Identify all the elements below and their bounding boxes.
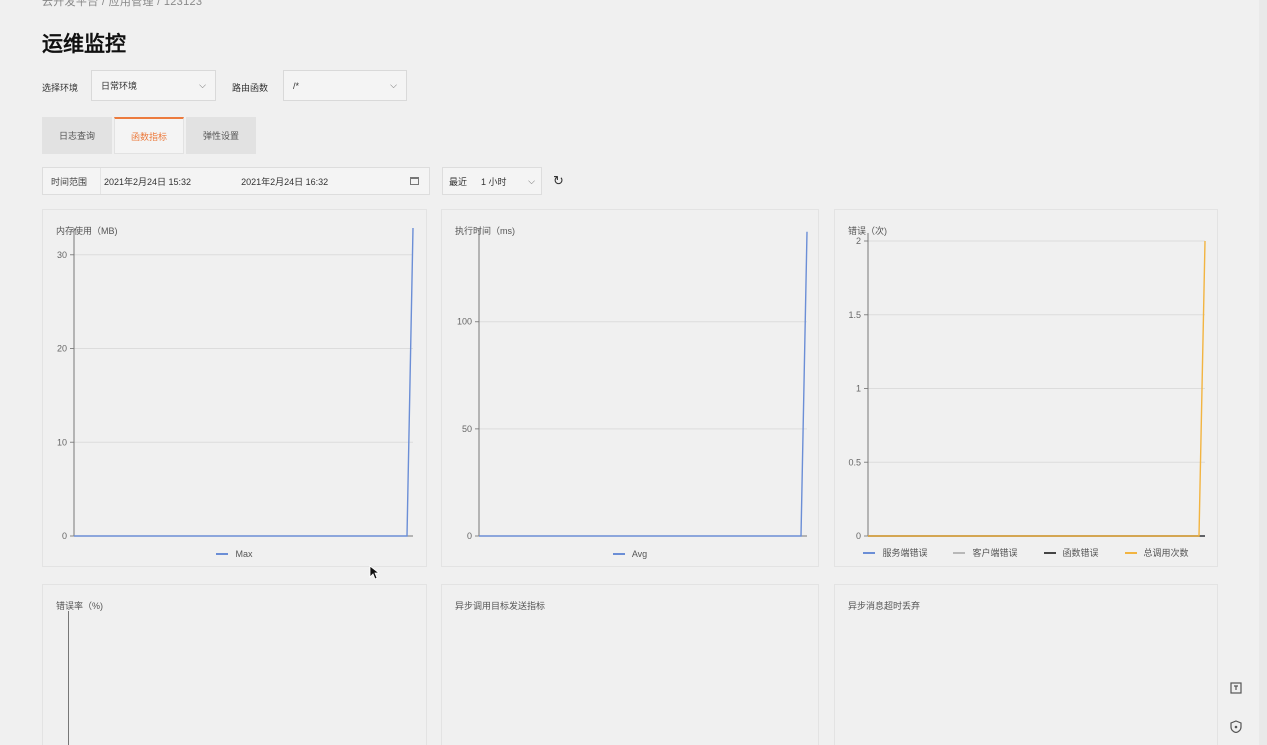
calendar-icon[interactable] [410, 177, 419, 185]
async-timeout-card: 异步消息超时丢弃 [834, 584, 1218, 745]
legend-item[interactable]: 客户端错误 [953, 546, 1018, 559]
memory-chart-card: 内存使用（MB) 0 10 20 30 Max [42, 209, 427, 567]
tab-log-query[interactable]: 日志查询 [42, 117, 112, 154]
legend-item[interactable]: 函数错误 [1043, 546, 1099, 559]
legend-label: 函数错误 [1062, 548, 1099, 558]
tab-bar: 日志查询 函数指标 弹性设置 [42, 117, 256, 154]
exec-time-chart-card: 执行时间（ms) 0 50 100 Avg [441, 209, 819, 567]
breadcrumb[interactable]: 云开发平台 / 应用管理 / 123123 [42, 0, 202, 9]
y-tick-label: 100 [457, 317, 472, 327]
legend-item[interactable]: 总调用次数 [1124, 546, 1189, 559]
errors-chart-card: 错误（次) 0 0.5 1 1.5 2 服务端错误 客户端错误 函数错误 总调用次数 [834, 209, 1218, 567]
route-label: 路由函数 [232, 83, 269, 93]
y-tick-label: 30 [57, 250, 67, 260]
tab-elastic-settings[interactable]: 弹性设置 [186, 117, 256, 154]
tab-function-metrics[interactable]: 函数指标 [114, 117, 184, 154]
chart-title: 错误率（%) [56, 601, 103, 611]
y-axis [68, 611, 69, 745]
y-tick-label: 10 [57, 437, 67, 447]
y-tick-label: 0 [467, 531, 472, 541]
legend-label: 总调用次数 [1143, 548, 1189, 558]
async-target-card: 异步调用目标发送指标 [441, 584, 819, 745]
y-tick-label: 1 [856, 384, 861, 394]
time-range-end[interactable]: 2021年2月24日 16:32 [241, 175, 328, 188]
recent-select[interactable]: 最近 1 小时 ⌵ [442, 167, 542, 195]
series-line-1 [479, 231, 808, 537]
chevron-down-icon: ⌵ [390, 80, 397, 90]
recent-value: 1 小时 [481, 176, 507, 187]
chart-legend: Avg [442, 549, 818, 559]
time-range-label: 时间范围 [43, 168, 101, 194]
time-range-start[interactable]: 2021年2月24日 15:32 [104, 175, 191, 188]
legend-label: 服务端错误 [882, 548, 928, 558]
errors-chart: 0 0.5 1 1.5 2 [848, 233, 1206, 541]
y-tick-label: 2 [856, 236, 861, 246]
env-select[interactable]: 日常环境 ⌵ [91, 70, 216, 101]
legend-swatch [953, 551, 966, 554]
legend-swatch [216, 553, 229, 555]
legend-swatch [612, 553, 625, 555]
y-tick-label: 50 [462, 424, 472, 434]
route-select-value: /* [293, 80, 300, 91]
series-line-1 [74, 227, 414, 537]
chevron-down-icon: ⌵ [199, 80, 206, 90]
chart-legend: 服务端错误 客户端错误 函数错误 总调用次数 [835, 546, 1217, 559]
chart-title: 异步调用目标发送指标 [455, 601, 546, 611]
recent-label: 最近 [449, 176, 468, 187]
legend-item[interactable]: Max [216, 549, 253, 559]
route-select[interactable]: /* ⌵ [283, 70, 407, 101]
legend-item[interactable]: 服务端错误 [863, 546, 927, 559]
y-tick-label: 0 [856, 531, 861, 541]
exec-time-chart: 0 50 100 [457, 228, 808, 541]
y-tick-label: 0.5 [848, 457, 861, 467]
y-tick-label: 0 [62, 531, 67, 541]
shield-help-icon[interactable] [1229, 719, 1243, 733]
page: 云开发平台 / 应用管理 / 123123 运维监控 选择环境 日常环境 ⌵ 路… [0, 0, 1267, 745]
chevron-down-icon: ⌵ [528, 175, 535, 186]
error-rate-card: 错误率（%) [42, 584, 427, 745]
legend-label: Max [235, 549, 253, 559]
feedback-icon[interactable] [1229, 681, 1243, 695]
time-range-picker[interactable]: 时间范围 2021年2月24日 15:32 2021年2月24日 16:32 [42, 167, 430, 195]
env-select-value: 日常环境 [101, 81, 138, 91]
y-tick-label: 20 [57, 344, 67, 354]
legend-item[interactable]: Avg [612, 549, 648, 559]
legend-swatch [1043, 551, 1056, 554]
mouse-cursor-icon [369, 565, 379, 580]
legend-label: 客户端错误 [972, 548, 1018, 558]
legend-label: Avg [631, 549, 648, 559]
legend-swatch [863, 551, 876, 554]
memory-chart: 0 10 20 30 [57, 227, 414, 541]
y-tick-label: 1.5 [848, 310, 861, 320]
env-label: 选择环境 [42, 83, 79, 93]
window-edge [1259, 0, 1267, 745]
legend-swatch [1124, 551, 1137, 554]
chart-legend: Max [43, 549, 426, 559]
chart-title: 异步消息超时丢弃 [848, 601, 921, 611]
page-title: 运维监控 [42, 33, 126, 56]
refresh-icon[interactable]: ↻ [553, 173, 564, 189]
